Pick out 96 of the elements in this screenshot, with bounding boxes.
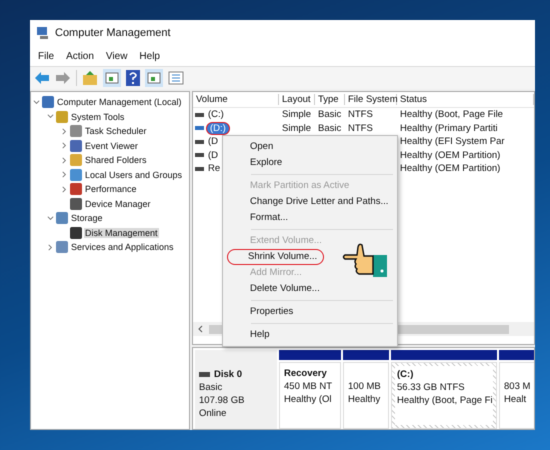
menu-item[interactable]: Help <box>139 50 160 62</box>
menu-item[interactable]: Delete Volume... <box>227 281 327 297</box>
menu-item[interactable]: Change Drive Letter and Paths... <box>227 194 396 210</box>
collapsed-chevron-icon[interactable] <box>61 171 68 178</box>
table-cell-text: Basic <box>317 109 342 120</box>
tree-node-icon <box>70 125 82 138</box>
table-cell[interactable]: (D:) <box>206 122 230 135</box>
partition-title: (C:) <box>397 368 414 381</box>
menu-item[interactable]: Open <box>227 139 280 155</box>
table-cell-text: Healthy (Primary Partiti <box>399 122 499 134</box>
tree-item[interactable]: Disk Management <box>84 228 159 238</box>
window-title: Computer Management <box>55 27 171 39</box>
menu-item[interactable]: Properties <box>227 304 300 320</box>
disk-info: 107.98 GB <box>199 394 246 407</box>
partition-info: 450 MB NT <box>284 380 334 393</box>
list-icon[interactable] <box>168 71 184 85</box>
partition-title: Recovery <box>284 367 328 380</box>
folder-up-icon[interactable] <box>82 70 98 86</box>
column-header[interactable]: Type <box>315 94 345 105</box>
scroll-left-icon[interactable] <box>197 325 203 333</box>
partition-bar <box>343 350 389 360</box>
tree-node-icon <box>56 212 68 224</box>
partition-info: 56.33 GB NTFS <box>397 381 466 394</box>
table-cell[interactable]: (D <box>206 135 220 148</box>
back-arrow-icon[interactable] <box>34 71 50 85</box>
help-icon[interactable] <box>126 70 140 86</box>
partition-info: Healthy (Boot, Page Fi <box>397 394 491 407</box>
tree-node-icon <box>56 110 68 123</box>
menu-item[interactable]: Action <box>66 50 94 62</box>
partition-block[interactable]: 803 M Healt <box>499 362 534 429</box>
tree-item[interactable]: Services and Applications <box>70 242 175 252</box>
disk-info: Online <box>199 407 228 420</box>
tree-item[interactable]: Event Viewer <box>84 140 139 151</box>
table-cell-text: Simple <box>281 109 312 120</box>
expanded-chevron-icon[interactable] <box>47 214 54 222</box>
table-cell[interactable]: Re <box>206 162 222 176</box>
collapsed-chevron-icon[interactable] <box>61 128 68 135</box>
table-cell-text: Healthy (OEM Partition) <box>399 163 502 174</box>
menu-item[interactable]: Format... <box>227 210 296 226</box>
tree-item[interactable]: Computer Management (Local) <box>56 97 183 108</box>
window-icon[interactable] <box>145 69 163 87</box>
menu-item[interactable]: Help <box>227 327 277 343</box>
partition-block[interactable]: Recovery 450 MB NT Healthy (Ol <box>279 362 341 429</box>
partition-info: Healt <box>504 393 528 406</box>
disk-info: Basic <box>199 381 224 394</box>
app-icon <box>36 26 50 40</box>
menu-item[interactable]: Explore <box>227 155 290 171</box>
collapsed-chevron-icon[interactable] <box>61 142 68 150</box>
tree-node-icon <box>70 168 82 181</box>
partition-info: Healthy (Ol <box>284 393 333 406</box>
tree-item[interactable]: System Tools <box>70 112 126 122</box>
tree-item[interactable]: Task Scheduler <box>84 126 148 136</box>
window-icon[interactable] <box>103 69 121 87</box>
table-cell[interactable]: (D <box>206 148 220 162</box>
forward-arrow-icon[interactable] <box>55 71 71 85</box>
menu-item[interactable]: View <box>106 50 128 62</box>
disk-name: Disk 0 <box>214 368 242 381</box>
table-cell-text: Healthy (Boot, Page File <box>399 109 504 120</box>
column-header[interactable]: Status <box>397 94 534 105</box>
pointing-hand-drawing <box>342 243 388 279</box>
tree-node-icon <box>70 198 82 210</box>
tree-item[interactable]: Device Manager <box>84 198 152 209</box>
table-cell[interactable]: (C:) <box>206 108 226 122</box>
tree-item[interactable]: Storage <box>70 213 104 224</box>
tree-node-icon <box>70 140 82 152</box>
tree-node-icon <box>70 226 82 239</box>
partition-bar <box>279 350 341 360</box>
partition-block[interactable]: (C:) 56.33 GB NTFS Healthy (Boot, Page Fi <box>391 362 497 429</box>
partition-info: 803 M <box>504 380 532 393</box>
tree-node-icon <box>56 241 68 254</box>
table-cell-text: Simple <box>281 122 312 134</box>
tree-node-icon <box>42 96 54 108</box>
collapsed-chevron-icon[interactable] <box>61 186 68 193</box>
column-header[interactable]: Layout <box>279 94 315 105</box>
table-cell-text: Healthy (EFI System Par <box>399 136 506 148</box>
table-cell-text: Basic <box>317 122 342 134</box>
table-cell-text: NTFS <box>347 109 374 120</box>
partition-info: 100 MB <box>348 380 382 393</box>
tree-item[interactable]: Shared Folders <box>84 155 148 166</box>
tree-item[interactable]: Performance <box>84 184 138 194</box>
column-header[interactable]: File System <box>345 94 397 105</box>
expanded-chevron-icon[interactable] <box>33 98 40 106</box>
menu-item[interactable]: File <box>38 50 54 62</box>
expanded-chevron-icon[interactable] <box>47 113 54 120</box>
table-cell-text: Healthy (OEM Partition) <box>399 150 502 161</box>
partition-bar <box>499 350 534 360</box>
partition-block[interactable]: 100 MB Healthy <box>343 362 389 429</box>
collapsed-chevron-icon[interactable] <box>47 244 54 251</box>
menu-item[interactable]: Shrink Volume... <box>227 249 324 265</box>
tree-node-icon <box>70 154 82 166</box>
partition-info: Healthy <box>348 393 382 406</box>
tree-item[interactable]: Local Users and Groups <box>84 170 184 180</box>
tree-node-icon <box>70 183 82 196</box>
column-header[interactable]: Volume <box>193 94 279 105</box>
table-cell-text: NTFS <box>347 122 374 134</box>
collapsed-chevron-icon[interactable] <box>61 156 68 164</box>
